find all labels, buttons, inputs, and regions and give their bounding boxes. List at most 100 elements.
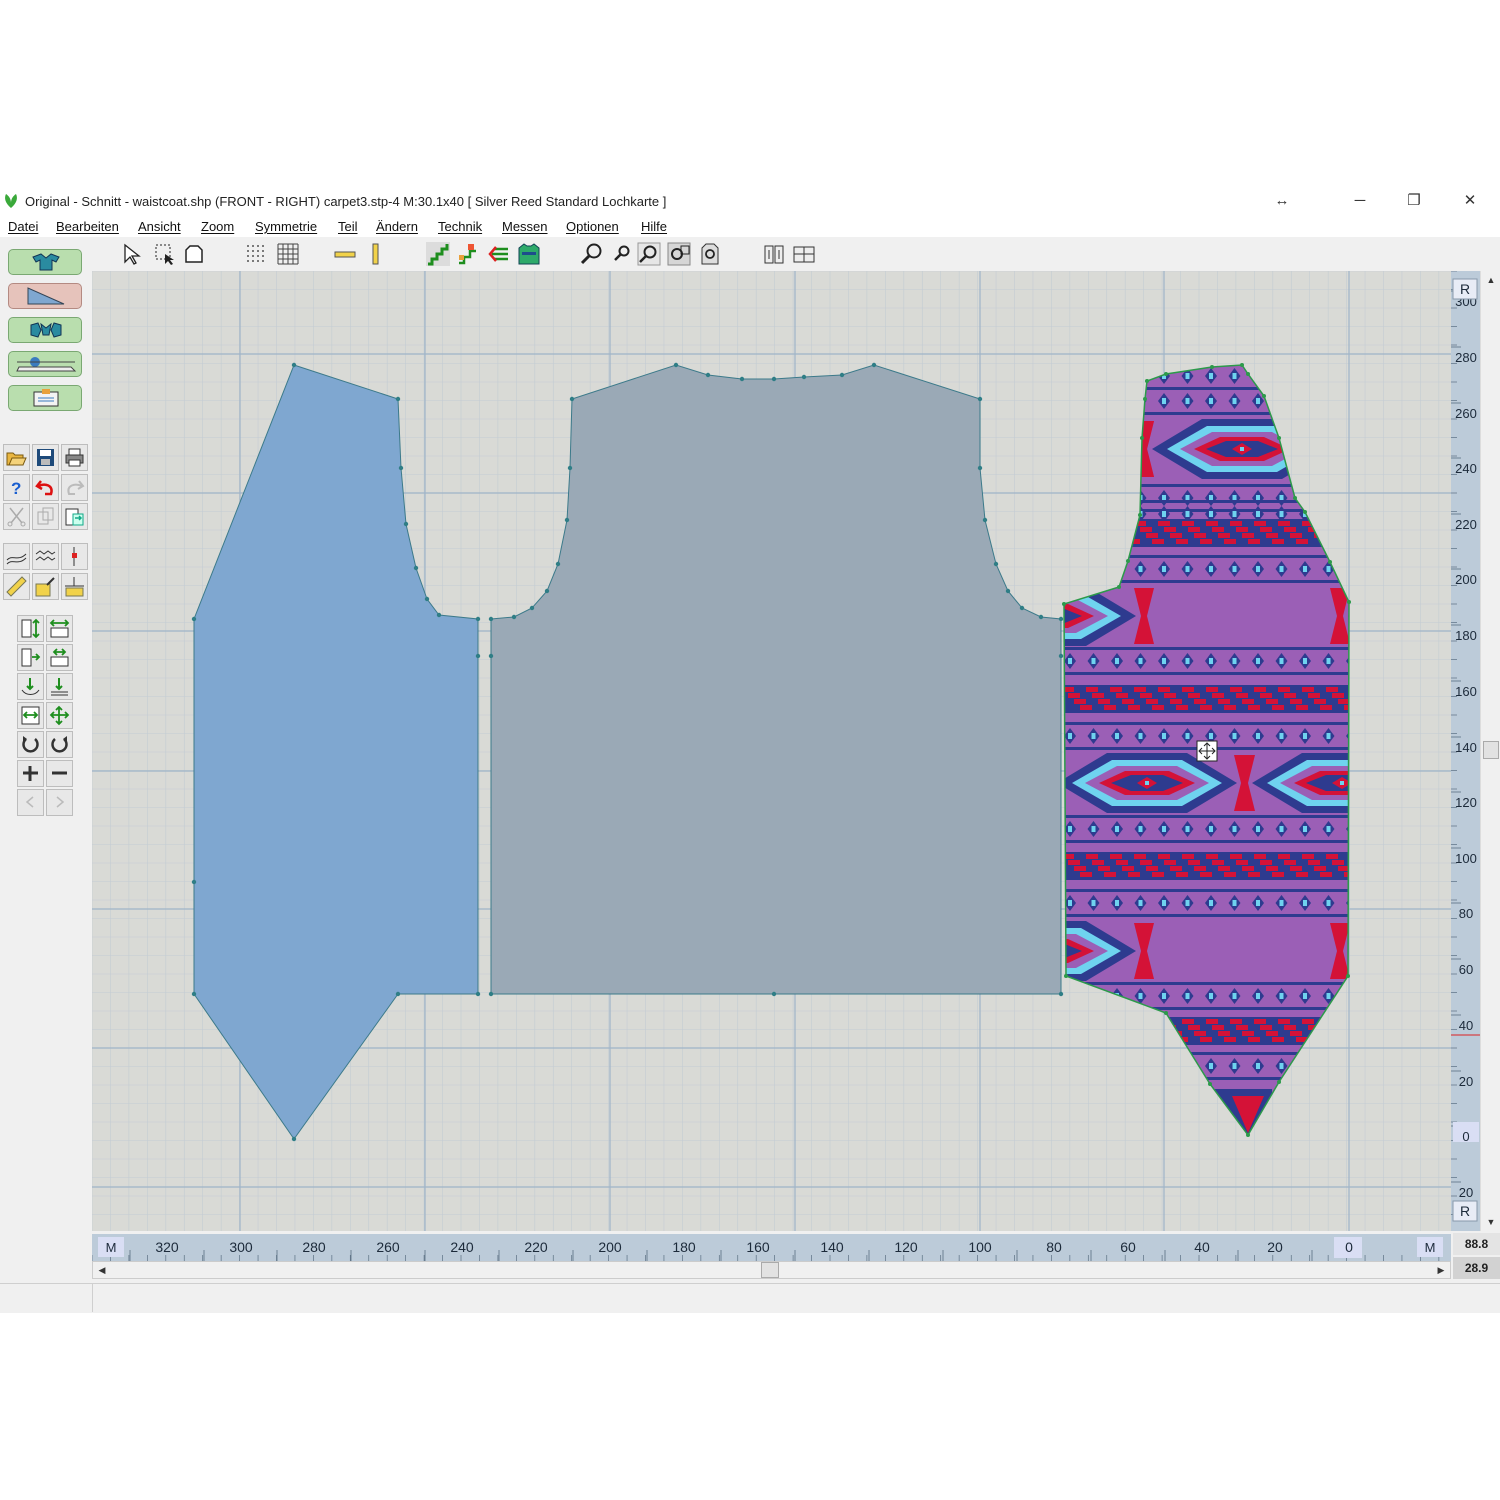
restore-button[interactable]: ❐ [1394,190,1434,212]
scroll-down-arrow-icon[interactable]: ▼ [1481,1213,1500,1231]
x-ruler-label: 40 [1194,1239,1210,1255]
remove-button[interactable] [46,760,73,787]
menu-teil[interactable]: Teil [338,219,358,234]
shape-outline-icon[interactable] [182,242,206,266]
menu-zoom[interactable]: Zoom [201,219,234,234]
ruler-marker-bottom[interactable]: R [1460,1203,1470,1219]
horizontal-scrollbar[interactable]: ◀ ▶ [92,1261,1451,1279]
minimize-button[interactable]: ─ [1340,190,1380,212]
next-button[interactable] [46,789,73,816]
design-canvas[interactable] [92,271,1451,1231]
app-leaf-icon [5,194,17,208]
curve-tool-button[interactable] [3,543,30,570]
undo-button[interactable] [32,474,59,501]
svg-text:?: ? [11,479,21,498]
menu-messen[interactable]: Messen [502,219,548,234]
resize-icon[interactable]: ↔ [1262,190,1302,212]
menu-hilfe[interactable]: Hilfe [641,219,667,234]
move-down-row-button[interactable] [46,673,73,700]
move-down-button[interactable] [17,673,44,700]
garment-pattern-icon[interactable] [517,242,541,266]
rotate-ccw-button[interactable] [46,731,73,758]
horizontal-measure-icon[interactable] [333,242,357,266]
piece-right-icon[interactable] [792,242,816,266]
line-grid-icon[interactable] [276,242,300,266]
print-button[interactable] [61,444,88,471]
vertical-scrollbar[interactable]: ▲ ▼ [1480,271,1500,1231]
vertical-measure-icon[interactable] [363,242,387,266]
menu-bearbeiten[interactable]: Bearbeiten [56,219,119,234]
ruler-marker-right[interactable]: M [1425,1240,1436,1255]
select-area-icon[interactable] [153,242,177,266]
fit-all-icon [49,705,70,726]
back-piece[interactable] [490,364,1062,995]
garment-mode-button[interactable] [8,249,82,275]
y-ruler-label: 20 [1459,1074,1473,1089]
fit-width-button[interactable] [17,702,44,729]
dot-grid-icon[interactable] [244,242,268,266]
y-ruler-label: 40 [1459,1018,1473,1033]
rotate-cw-button[interactable] [17,731,44,758]
ruler-marker-left[interactable]: M [106,1240,117,1255]
shaping-mode-button[interactable] [8,283,82,309]
x-ruler-label: 80 [1046,1239,1062,1255]
shaping-mode-icon [27,287,65,305]
x-ruler-label: 220 [524,1239,548,1255]
redo-icon [67,480,85,495]
redo-button[interactable] [61,474,88,501]
scroll-up-arrow-icon[interactable]: ▲ [1481,271,1500,289]
scroll-right-arrow-icon[interactable]: ▶ [1433,1262,1449,1278]
menu-aendern[interactable]: Ändern [376,219,418,234]
add-button[interactable] [17,760,44,787]
cut-button[interactable] [3,503,30,530]
move-down-row-icon [51,678,68,696]
vertical-point-button[interactable] [61,543,88,570]
zoom-window-icon[interactable] [667,242,691,266]
x-ruler-label: 260 [376,1239,400,1255]
pattern-mode-button[interactable] [8,317,82,343]
horizontal-ruler: 320 300 280 260 240 220 200 180 160 140 120 100 80 60… [92,1234,1451,1261]
ruler-marker-top[interactable]: R [1460,281,1470,297]
copy-button[interactable] [32,503,59,530]
knitting-machine-mode-button[interactable] [8,351,82,377]
menu-symmetrie[interactable]: Symmetrie [255,219,317,234]
scroll-left-arrow-icon[interactable]: ◀ [94,1262,110,1278]
tape-measure-button[interactable] [32,573,59,600]
baseline-measure-button[interactable] [61,573,88,600]
zoom-fit-icon[interactable] [637,242,661,266]
close-button[interactable]: ✕ [1450,190,1490,212]
zoom-out-icon[interactable] [610,242,634,266]
step-shaping-icon[interactable] [426,242,450,266]
fit-all-button[interactable] [46,702,73,729]
extend-right-button[interactable] [17,644,44,671]
extend-both-button[interactable] [46,644,73,671]
zoom-piece-icon[interactable] [698,242,722,266]
stretch-vertical-icon [21,618,40,639]
x-ruler-label: 280 [302,1239,326,1255]
vertical-scroll-thumb[interactable] [1483,741,1499,759]
y-ruler-label: 140 [1455,740,1477,755]
piece-left-icon[interactable] [762,242,786,266]
cards-mode-button[interactable] [8,385,82,411]
menu-technik[interactable]: Technik [438,219,482,234]
ruler-tool-button[interactable] [3,573,30,600]
shaping-points-icon[interactable] [456,242,480,266]
select-arrow-icon[interactable] [122,242,146,266]
rotate-ccw-icon [51,736,68,753]
menu-ansicht[interactable]: Ansicht [138,219,181,234]
open-button[interactable] [3,444,30,471]
canvas-drawing[interactable] [92,271,1451,1231]
mirror-left-icon[interactable] [487,242,511,266]
stretch-horizontal-button[interactable] [46,615,73,642]
stretch-vertical-button[interactable] [17,615,44,642]
menu-datei[interactable]: Datei [8,219,38,234]
wave-tool-button[interactable] [32,543,59,570]
zoom-in-icon[interactable] [580,242,604,266]
minus-icon [52,771,67,775]
horizontal-scroll-thumb[interactable] [761,1262,779,1278]
previous-button[interactable] [17,789,44,816]
menu-optionen[interactable]: Optionen [566,219,619,234]
paste-button[interactable] [61,503,88,530]
save-button[interactable] [32,444,59,471]
help-button[interactable]: ? [3,474,30,501]
